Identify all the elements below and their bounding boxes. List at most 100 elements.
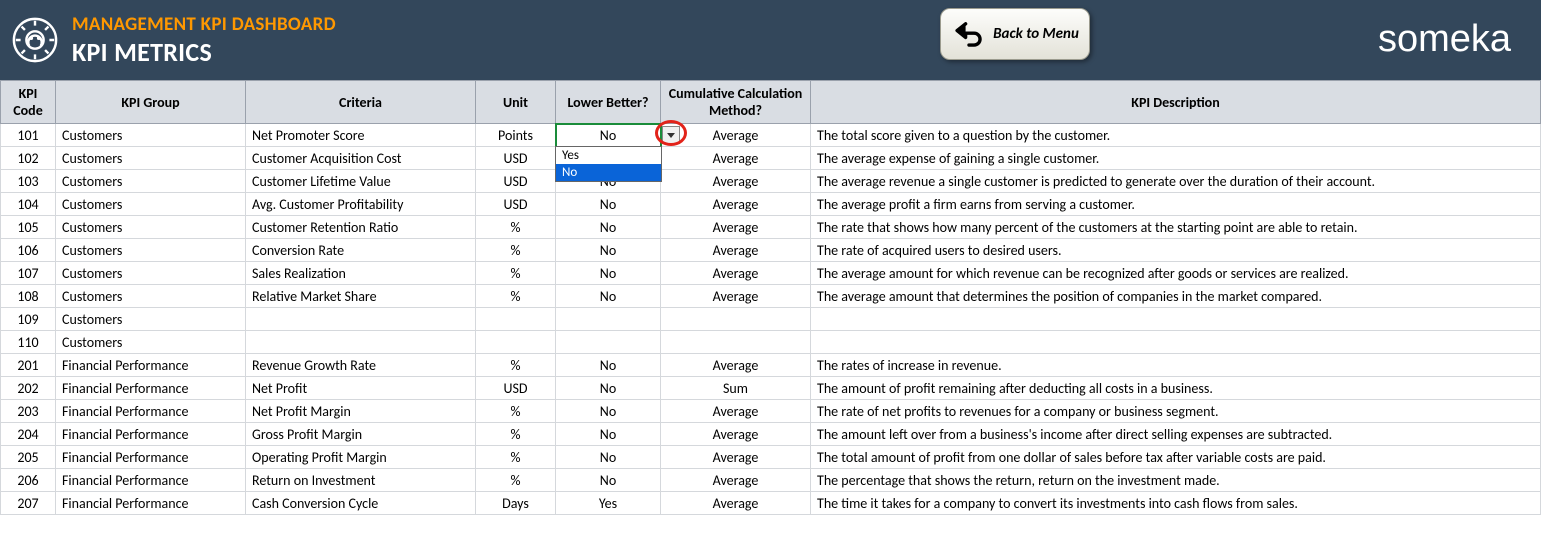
cell-criteria[interactable]: Relative Market Share (246, 285, 476, 308)
cell-unit[interactable]: % (476, 262, 556, 285)
cell-criteria[interactable]: Sales Realization (246, 262, 476, 285)
col-header-calc[interactable]: Cumulative Calculation Method? (661, 81, 811, 124)
cell-code[interactable]: 109 (1, 308, 56, 331)
cell-code[interactable]: 103 (1, 170, 56, 193)
cell-unit[interactable]: % (476, 239, 556, 262)
cell-calc[interactable]: Average (661, 492, 811, 515)
cell-lower[interactable]: No (556, 239, 661, 262)
cell-calc[interactable]: Average (661, 354, 811, 377)
cell-unit[interactable]: % (476, 216, 556, 239)
cell-calc[interactable]: Average (661, 193, 811, 216)
cell-unit[interactable]: Points (476, 124, 556, 147)
cell-group[interactable]: Customers (56, 262, 246, 285)
cell-lower[interactable]: No (556, 216, 661, 239)
cell-criteria[interactable]: Conversion Rate (246, 239, 476, 262)
cell-calc[interactable]: Average (661, 216, 811, 239)
cell-code[interactable]: 206 (1, 469, 56, 492)
cell-calc[interactable]: Average (661, 170, 811, 193)
cell-desc[interactable] (811, 331, 1541, 354)
cell-unit[interactable]: % (476, 423, 556, 446)
cell-desc[interactable]: The time it takes for a company to conve… (811, 492, 1541, 515)
col-header-desc[interactable]: KPI Description (811, 81, 1541, 124)
back-to-menu-button[interactable]: Back to Menu (940, 8, 1090, 60)
cell-lower[interactable]: No (556, 423, 661, 446)
cell-group[interactable]: Financial Performance (56, 423, 246, 446)
cell-criteria[interactable]: Operating Profit Margin (246, 446, 476, 469)
cell-lower[interactable]: No (556, 193, 661, 216)
col-header-unit[interactable]: Unit (476, 81, 556, 124)
col-header-code[interactable]: KPI Code (1, 81, 56, 124)
cell-lower[interactable]: No (556, 285, 661, 308)
cell-criteria[interactable]: Net Profit (246, 377, 476, 400)
cell-lower[interactable]: No (556, 469, 661, 492)
cell-lower[interactable] (556, 331, 661, 354)
cell-desc[interactable]: The percentage that shows the return, re… (811, 469, 1541, 492)
cell-group[interactable]: Customers (56, 331, 246, 354)
cell-criteria[interactable] (246, 308, 476, 331)
cell-unit[interactable]: USD (476, 377, 556, 400)
cell-calc[interactable]: Average (661, 400, 811, 423)
cell-lower[interactable]: No (556, 262, 661, 285)
cell-group[interactable]: Customers (56, 147, 246, 170)
cell-code[interactable]: 202 (1, 377, 56, 400)
col-header-lower[interactable]: Lower Better? (556, 81, 661, 124)
cell-criteria[interactable]: Customer Acquisition Cost (246, 147, 476, 170)
cell-criteria[interactable]: Gross Profit Margin (246, 423, 476, 446)
cell-calc[interactable]: Average (661, 124, 811, 147)
cell-code[interactable]: 105 (1, 216, 56, 239)
cell-unit[interactable]: % (476, 354, 556, 377)
cell-group[interactable]: Financial Performance (56, 400, 246, 423)
cell-desc[interactable]: The rates of increase in revenue. (811, 354, 1541, 377)
cell-code[interactable]: 203 (1, 400, 56, 423)
cell-desc[interactable]: The average amount for which revenue can… (811, 262, 1541, 285)
cell-calc[interactable] (661, 308, 811, 331)
cell-lower[interactable]: No (556, 446, 661, 469)
cell-criteria[interactable]: Return on Investment (246, 469, 476, 492)
cell-code[interactable]: 108 (1, 285, 56, 308)
cell-desc[interactable]: The average expense of gaining a single … (811, 147, 1541, 170)
cell-unit[interactable]: % (476, 446, 556, 469)
cell-desc[interactable]: The average amount that determines the p… (811, 285, 1541, 308)
cell-desc[interactable]: The total score given to a question by t… (811, 124, 1541, 147)
cell-criteria[interactable]: Revenue Growth Rate (246, 354, 476, 377)
cell-calc[interactable]: Average (661, 239, 811, 262)
cell-group[interactable]: Customers (56, 124, 246, 147)
cell-desc[interactable]: The amount of profit remaining after ded… (811, 377, 1541, 400)
cell-desc[interactable]: The amount left over from a business's i… (811, 423, 1541, 446)
cell-desc[interactable]: The average revenue a single customer is… (811, 170, 1541, 193)
cell-desc[interactable]: The rate of net profits to revenues for … (811, 400, 1541, 423)
cell-criteria[interactable]: Cash Conversion Cycle (246, 492, 476, 515)
col-header-group[interactable]: KPI Group (56, 81, 246, 124)
cell-unit[interactable] (476, 331, 556, 354)
cell-group[interactable]: Financial Performance (56, 446, 246, 469)
cell-criteria[interactable]: Net Profit Margin (246, 400, 476, 423)
cell-lower[interactable]: Yes (556, 492, 661, 515)
cell-code[interactable]: 204 (1, 423, 56, 446)
cell-calc[interactable]: Average (661, 147, 811, 170)
cell-criteria[interactable]: Customer Lifetime Value (246, 170, 476, 193)
cell-lower[interactable]: NoYesNo (556, 124, 661, 147)
cell-lower[interactable]: No (556, 377, 661, 400)
cell-group[interactable]: Financial Performance (56, 469, 246, 492)
cell-unit[interactable]: USD (476, 193, 556, 216)
cell-calc[interactable]: Average (661, 446, 811, 469)
dropdown-option[interactable]: Yes (556, 147, 661, 164)
cell-group[interactable]: Financial Performance (56, 354, 246, 377)
cell-group[interactable]: Customers (56, 285, 246, 308)
cell-unit[interactable]: % (476, 469, 556, 492)
cell-unit[interactable]: Days (476, 492, 556, 515)
cell-code[interactable]: 205 (1, 446, 56, 469)
dropdown-arrow-icon[interactable] (662, 126, 680, 144)
cell-group[interactable]: Customers (56, 216, 246, 239)
cell-criteria[interactable] (246, 331, 476, 354)
dropdown-option[interactable]: No (556, 164, 661, 181)
cell-code[interactable]: 207 (1, 492, 56, 515)
cell-desc[interactable]: The rate that shows how many percent of … (811, 216, 1541, 239)
cell-group[interactable]: Customers (56, 308, 246, 331)
cell-calc[interactable] (661, 331, 811, 354)
cell-desc[interactable]: The total amount of profit from one doll… (811, 446, 1541, 469)
cell-lower[interactable]: No (556, 354, 661, 377)
cell-criteria[interactable]: Avg. Customer Profitability (246, 193, 476, 216)
cell-calc[interactable]: Average (661, 285, 811, 308)
cell-unit[interactable]: % (476, 285, 556, 308)
